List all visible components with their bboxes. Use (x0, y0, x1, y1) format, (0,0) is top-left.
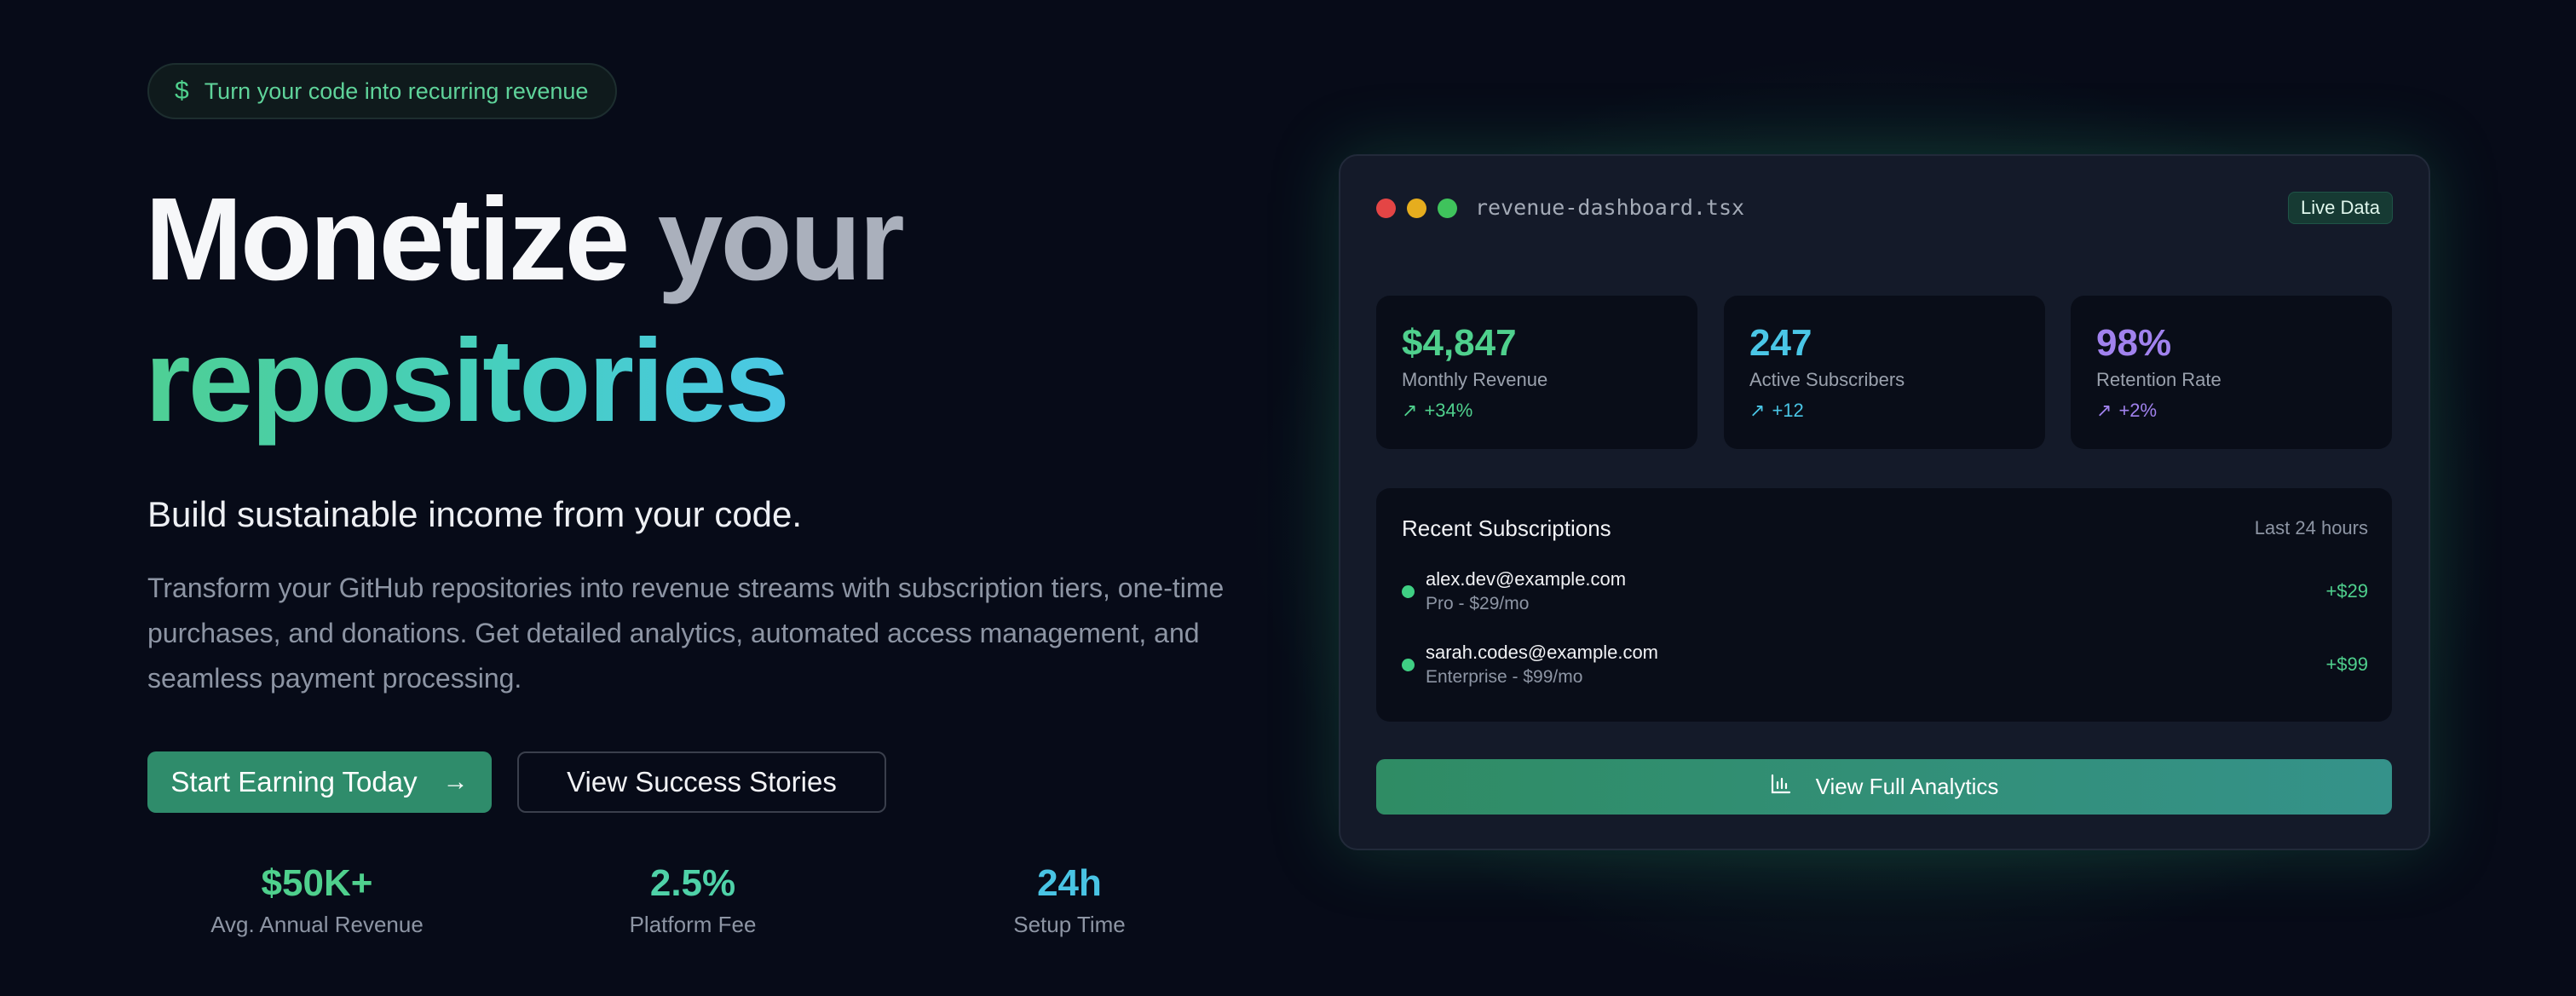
metric-change-value: +2% (2118, 400, 2158, 421)
subscriber-plan: Pro - $29/mo (1426, 594, 1530, 613)
dashboard-window: revenue-dashboard.tsx Live Data $4,847 M… (1339, 154, 2430, 850)
subscriber-email: alex.dev@example.com (1426, 568, 1627, 590)
headline-word-your: your (657, 174, 905, 305)
trend-up-icon: ↗ (2096, 400, 2112, 421)
status-dot-icon (1402, 585, 1415, 598)
hero-headline: Monetize your repositories (145, 169, 905, 452)
tagline-text: Turn your code into recurring revenue (204, 78, 589, 104)
hero-subhead: Build sustainable income from your code. (147, 494, 803, 534)
live-data-badge: Live Data (2288, 192, 2393, 224)
recent-period: Last 24 hours (2254, 517, 2368, 538)
metric-change-value: +12 (1772, 400, 1804, 421)
arrow-right-icon: → (442, 768, 469, 796)
list-item: alex.dev@example.com Pro - $29/mo +$29 (1402, 567, 2368, 619)
metric-change-value: +34% (1424, 400, 1473, 421)
list-item: sarah.codes@example.com Enterprise - $99… (1402, 640, 2368, 693)
stat-value: $50K+ (261, 862, 373, 904)
stat-label: Avg. Annual Revenue (210, 912, 424, 937)
stat-value: 2.5% (649, 862, 736, 904)
tagline-badge: $ Turn your code into recurring revenue (147, 63, 618, 119)
stat-label: Platform Fee (629, 912, 757, 937)
maximize-dot-icon (1438, 199, 1457, 218)
start-earning-button[interactable]: Start Earning Today → (147, 751, 492, 813)
recent-subscriptions-title: Recent Subscriptions (1402, 515, 1611, 541)
dollar-icon: $ (175, 77, 189, 105)
subscription-amount: +$99 (2325, 653, 2368, 675)
metric-change: ↗ +2% (2096, 400, 2366, 422)
stat-platform-fee: 2.5% Platform Fee (556, 862, 829, 938)
trend-up-icon: ↗ (1402, 400, 1418, 421)
headline-word-repositories: repositories (145, 315, 790, 446)
metric-card-monthly-revenue: $4,847 Monthly Revenue ↗ +34% (1376, 296, 1697, 449)
metric-value: 247 (1749, 322, 1812, 364)
view-full-analytics-label: View Full Analytics (1815, 774, 1999, 799)
bar-chart-icon (1770, 773, 1792, 801)
minimize-dot-icon (1407, 199, 1426, 218)
subscriber-plan: Enterprise - $99/mo (1426, 667, 1583, 687)
start-earning-label: Start Earning Today (170, 766, 418, 797)
metric-change: ↗ +34% (1402, 400, 1672, 422)
metric-label: Retention Rate (2096, 369, 2222, 390)
metric-card-retention-rate: 98% Retention Rate ↗ +2% (2071, 296, 2392, 449)
stat-label: Setup Time (1013, 912, 1126, 937)
window-filename: revenue-dashboard.tsx (1475, 195, 1745, 220)
recent-subscriptions-panel: Recent Subscriptions Last 24 hours alex.… (1376, 488, 2392, 722)
view-full-analytics-button[interactable]: View Full Analytics (1376, 759, 2392, 815)
view-success-stories-button[interactable]: View Success Stories (517, 751, 886, 813)
metric-change: ↗ +12 (1749, 400, 2020, 422)
headline-word-monetize: Monetize (145, 174, 630, 305)
subscription-amount: +$29 (2325, 580, 2368, 602)
trend-up-icon: ↗ (1749, 400, 1766, 421)
metric-card-active-subscribers: 247 Active Subscribers ↗ +12 (1724, 296, 2045, 449)
metric-value: $4,847 (1402, 322, 1517, 364)
metric-label: Monthly Revenue (1402, 369, 1548, 390)
stat-setup-time: 24h Setup Time (933, 862, 1206, 938)
stat-value: 24h (1037, 862, 1102, 904)
metric-label: Active Subscribers (1749, 369, 1905, 390)
landing-page: $ Turn your code into recurring revenue … (0, 0, 2576, 996)
stat-annual-revenue: $50K+ Avg. Annual Revenue (181, 862, 453, 938)
hero-description: Transform your GitHub repositories into … (147, 573, 1225, 694)
metric-value: 98% (2096, 322, 2172, 364)
close-dot-icon (1376, 199, 1396, 218)
view-success-stories-label: View Success Stories (567, 766, 837, 797)
subscriber-email: sarah.codes@example.com (1426, 642, 1659, 663)
status-dot-icon (1402, 659, 1415, 671)
window-controls (1376, 199, 1457, 218)
